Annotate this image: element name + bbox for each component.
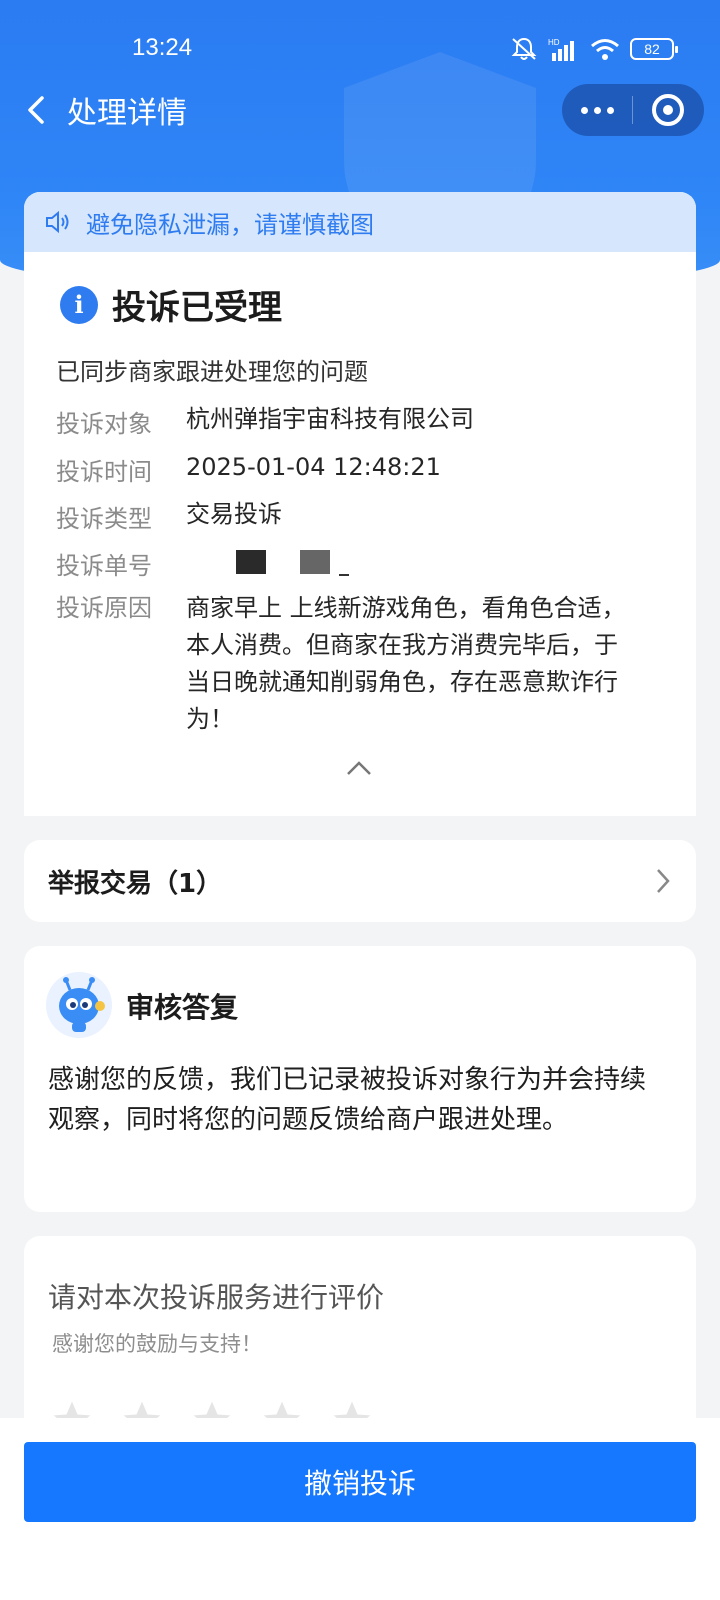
speaker-icon	[46, 210, 69, 234]
back-arrow-icon[interactable]	[20, 92, 56, 128]
detail-row-number: 投诉单号	[56, 546, 646, 581]
detail-label: 投诉原因	[56, 594, 152, 622]
detail-value: 商家早上 上线新游戏角色，看角色合适，本人消费。但商家在我方消费完毕后，于当日晚…	[186, 594, 626, 733]
detail-value: 2025-01-04 12:48:21	[186, 453, 441, 481]
page-title: 处理详情	[67, 96, 187, 131]
redacted-number	[186, 546, 646, 581]
redaction-block	[299, 550, 330, 574]
privacy-notice: 避免隐私泄漏，请谨慎截图	[24, 192, 696, 252]
detail-row-target: 投诉对象 杭州弹指宇宙科技有限公司	[56, 404, 646, 439]
privacy-notice-text: 避免隐私泄漏，请谨慎截图	[86, 210, 374, 239]
rating-subtitle: 感谢您的鼓励与支持！	[52, 1332, 262, 1356]
detail-row-time: 投诉时间 2025-01-04 12:48:21	[56, 452, 646, 487]
detail-label: 投诉对象	[56, 410, 152, 438]
status-icons: HD 82	[510, 36, 678, 62]
status-title: 投诉已受理	[112, 288, 282, 328]
detail-label: 投诉单号	[56, 552, 152, 580]
mascot-avatar	[46, 972, 112, 1038]
bottom-action-bar: 撤销投诉	[0, 1418, 720, 1600]
chevron-right-icon	[657, 869, 670, 893]
ant-mascot-icon	[46, 972, 112, 1038]
detail-value: 杭州弹指宇宙科技有限公司	[186, 405, 474, 433]
report-label: 举报交易（1）	[48, 868, 223, 899]
rating-title: 请对本次投诉服务进行评价	[48, 1281, 385, 1314]
status-time: 13:24	[132, 34, 193, 61]
redaction-underline	[339, 574, 350, 576]
detail-label: 投诉时间	[56, 458, 152, 486]
wifi-icon	[591, 39, 619, 60]
report-transaction-row[interactable]: 举报交易（1）	[24, 840, 696, 922]
cancel-complaint-button[interactable]: 撤销投诉	[24, 1442, 696, 1522]
sync-text: 已同步商家跟进处理您的问题	[56, 358, 368, 386]
review-reply-card: 审核答复 感谢您的反馈，我们已记录被投诉对象行为并会持续观察，同时将您的问题反馈…	[24, 946, 696, 1212]
signal-icon: HD	[548, 38, 574, 61]
target-icon[interactable]	[633, 84, 703, 136]
mini-program-capsule	[562, 84, 704, 136]
info-icon: i	[60, 285, 98, 324]
detail-label: 投诉类型	[56, 505, 152, 533]
complaint-card: 避免隐私泄漏，请谨慎截图 i 投诉已受理 已同步商家跟进处理您的问题 投诉对象 …	[24, 192, 696, 816]
svg-text:HD: HD	[548, 38, 560, 47]
reply-title: 审核答复	[126, 991, 239, 1024]
navigation-bar: 处理详情	[0, 80, 720, 140]
detail-row-type: 投诉类型 交易投诉	[56, 499, 646, 534]
status-bar: 13:24 HD 82	[0, 0, 720, 90]
detail-value: 交易投诉	[186, 500, 282, 528]
reply-body: 感谢您的反馈，我们已记录被投诉对象行为并会持续观察，同时将您的问题反馈给商户跟进…	[48, 1065, 647, 1135]
complaint-status: i 投诉已受理	[60, 280, 282, 329]
detail-row-reason: 投诉原因 商家早上 上线新游戏角色，看角色合适，本人消费。但商家在我方消费完毕后…	[56, 590, 636, 738]
chevron-up-icon[interactable]	[346, 760, 372, 776]
more-icon[interactable]	[562, 84, 632, 136]
redaction-block	[236, 550, 266, 574]
battery-indicator: 82	[630, 38, 678, 60]
mute-bell-icon	[511, 37, 537, 60]
